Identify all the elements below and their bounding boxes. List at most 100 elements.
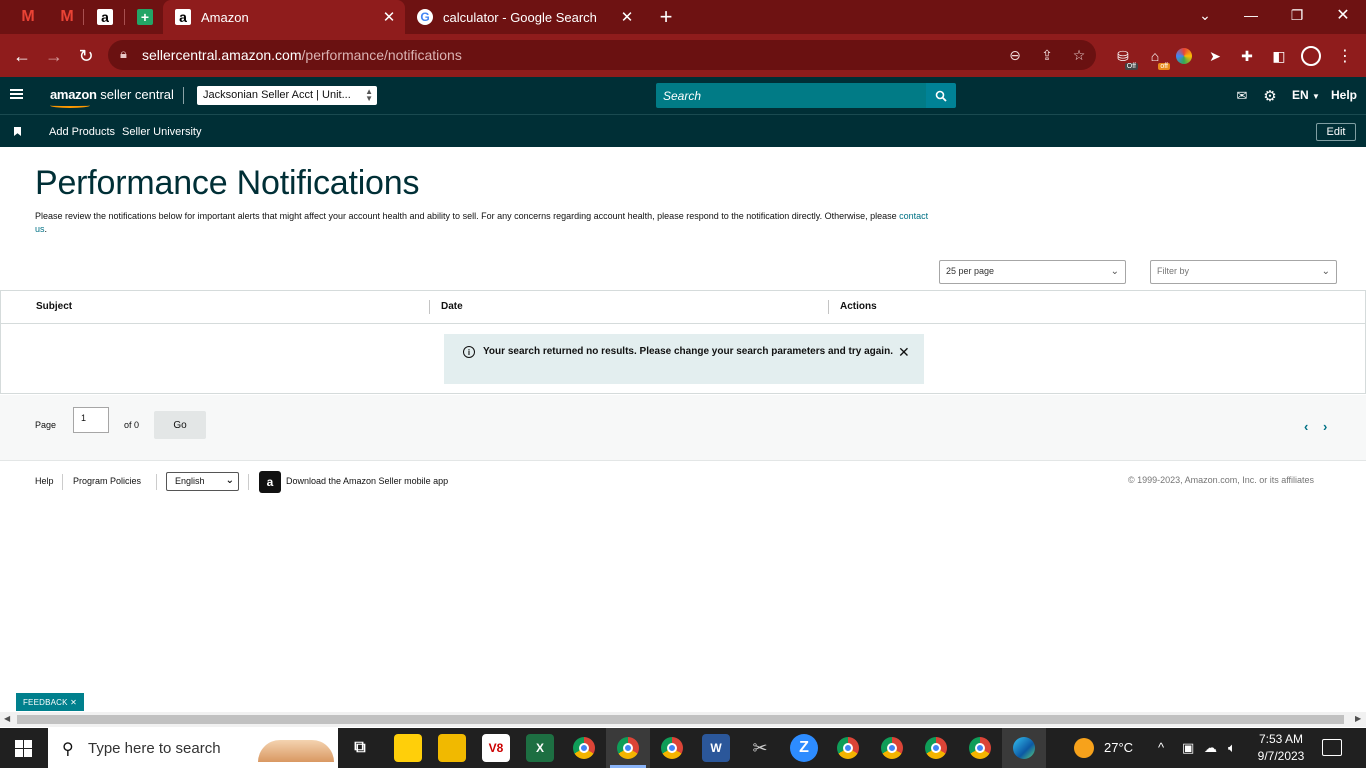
extension-badge: Off <box>1124 63 1138 70</box>
tab-amazon[interactable]: a Amazon ✕ <box>163 0 405 34</box>
scrollbar-thumb[interactable] <box>17 715 1344 724</box>
search-icon <box>935 90 947 102</box>
windows-start-icon[interactable] <box>15 740 32 757</box>
mail-icon[interactable]: ✉ <box>1234 88 1250 104</box>
address-bar[interactable]: 🔒︎ sellercentral.amazon.com/performance/… <box>108 40 1096 70</box>
edge-icon[interactable] <box>1010 734 1038 762</box>
chrome-profile-icon[interactable] <box>570 734 598 762</box>
page-number-input[interactable]: 1 <box>73 407 109 433</box>
browser-menu-icon[interactable]: ⋮ <box>1334 45 1356 67</box>
extension-color-icon[interactable] <box>1173 45 1195 67</box>
settings-gear-icon[interactable]: ⚙ <box>1262 88 1278 105</box>
system-clock[interactable]: 7:53 AM 9/7/2023 <box>1250 731 1312 765</box>
new-tab-button[interactable]: + <box>654 4 678 29</box>
page-total: of 0 <box>124 420 140 430</box>
pinned-tab-sheets[interactable]: + <box>130 4 160 30</box>
url-path: /performance/notifications <box>301 47 462 63</box>
google-icon: G <box>417 9 433 25</box>
footer-separator <box>156 474 157 490</box>
per-page-select[interactable]: 25 per page ⌄ <box>939 260 1126 284</box>
scroll-right-icon[interactable]: ▶ <box>1355 714 1361 723</box>
subnav-add-products[interactable]: Add Products <box>49 126 115 138</box>
tab-close-icon[interactable]: ✕ <box>617 8 637 26</box>
pinned-tab-gmail-2[interactable]: M <box>52 4 82 30</box>
side-panel-icon[interactable]: ◧ <box>1268 45 1290 67</box>
extension-cursor-icon[interactable]: ➤ <box>1204 45 1226 67</box>
pinned-tab-gmail-1[interactable]: M <box>13 4 43 30</box>
onedrive-cloud-icon[interactable]: ☁ <box>1204 740 1217 756</box>
chevron-down-icon: ⌄ <box>225 475 234 486</box>
forward-button[interactable]: → <box>40 42 68 70</box>
snipping-tool-icon[interactable]: ✂ <box>746 734 774 762</box>
horizontal-scrollbar[interactable]: ◀ ▶ <box>0 712 1366 727</box>
notifications-icon[interactable] <box>1322 739 1342 756</box>
extension-badge: off <box>1158 63 1170 70</box>
volume-icon[interactable]: 🔈︎ <box>1228 740 1236 756</box>
extension-off-icon[interactable]: ⛁ Off <box>1112 45 1138 70</box>
chrome-profile-icon[interactable] <box>878 734 906 762</box>
app-v8-icon[interactable]: V8 <box>482 734 510 762</box>
minimize-button[interactable]: — <box>1228 0 1274 30</box>
taskbar-search-box[interactable]: ⚲ Type here to search <box>48 728 338 768</box>
share-icon[interactable]: ⇪ <box>1036 45 1058 65</box>
seller-search-input[interactable]: Search <box>656 83 926 108</box>
bookmark-icon[interactable] <box>14 127 21 136</box>
tab-google-search[interactable]: G calculator - Google Search ✕ <box>405 0 643 34</box>
profile-avatar[interactable] <box>1300 45 1322 67</box>
close-window-button[interactable]: ✕ <box>1320 0 1366 30</box>
zoom-icon[interactable]: ⊖ <box>1004 45 1026 65</box>
word-icon[interactable]: W <box>702 734 730 762</box>
footer-help-link[interactable]: Help <box>35 476 54 486</box>
go-button[interactable]: Go <box>154 411 206 439</box>
subnav-seller-university[interactable]: Seller University <box>122 126 201 138</box>
footer-language-select[interactable]: English ⌄ <box>166 472 239 491</box>
previous-page-icon[interactable]: ‹ <box>1304 419 1308 434</box>
download-app-link[interactable]: Download the Amazon Seller mobile app <box>286 476 448 486</box>
weather-temperature[interactable]: 27°C <box>1104 740 1133 755</box>
scroll-left-icon[interactable]: ◀ <box>4 714 10 723</box>
file-explorer-icon[interactable] <box>438 734 466 762</box>
tab-search-chevron-icon[interactable]: ⌄ <box>1182 0 1228 30</box>
chrome-active-icon[interactable] <box>614 734 642 762</box>
per-page-value: 25 per page <box>946 266 995 276</box>
chrome-profile-icon[interactable] <box>922 734 950 762</box>
restore-button[interactable]: ❐ <box>1274 0 1320 30</box>
weather-sun-icon[interactable] <box>1070 734 1098 762</box>
column-header-subject[interactable]: Subject <box>36 301 72 312</box>
amazon-smile-logo <box>50 103 90 108</box>
amazon-seller-app-icon[interactable]: a <box>259 471 281 493</box>
program-policies-link[interactable]: Program Policies <box>73 476 141 486</box>
show-hidden-icons-chevron-icon[interactable]: ^ <box>1158 740 1164 755</box>
hamburger-menu-icon[interactable] <box>10 89 23 100</box>
feedback-button[interactable]: FEEDBACK ✕ <box>16 693 84 711</box>
tab-close-icon[interactable]: ✕ <box>379 8 399 26</box>
language-selector[interactable]: EN ▼ <box>1292 88 1320 102</box>
device-icon[interactable]: ▣ <box>1182 740 1194 756</box>
bookmark-star-icon[interactable]: ☆ <box>1068 45 1090 65</box>
reload-button[interactable]: ↻ <box>72 42 100 70</box>
description-text: Please review the notifications below fo… <box>35 211 900 221</box>
pinned-tab-amazon[interactable]: a <box>90 4 120 30</box>
chrome-profile-icon[interactable] <box>834 734 862 762</box>
sticky-notes-icon[interactable] <box>394 734 422 762</box>
extension-home-icon[interactable]: ⌂ off <box>1144 45 1170 70</box>
pagination-bar: Page 1 of 0 Go ‹ › <box>0 395 1366 461</box>
back-button[interactable]: ← <box>8 42 36 70</box>
search-button[interactable] <box>926 83 956 108</box>
help-link[interactable]: Help <box>1331 88 1357 102</box>
edit-button[interactable]: Edit <box>1316 123 1356 141</box>
table-header-divider <box>1 323 1365 324</box>
extensions-puzzle-icon[interactable]: ✚ <box>1236 45 1258 67</box>
account-switcher-select[interactable]: Jacksonian Seller Acct | Unit... ▲ ▼ <box>197 86 377 105</box>
filter-placeholder: Filter by <box>1157 266 1190 276</box>
filter-by-select[interactable]: Filter by ⌄ <box>1150 260 1337 284</box>
task-view-icon[interactable]: ⧉ <box>346 734 374 762</box>
seller-central-logo[interactable]: amazon seller central <box>50 87 174 102</box>
next-page-icon[interactable]: › <box>1323 419 1327 434</box>
close-alert-icon[interactable]: ✕ <box>898 344 910 361</box>
zoom-app-icon[interactable]: Z <box>790 734 818 762</box>
chrome-profile-icon[interactable] <box>966 734 994 762</box>
excel-icon[interactable]: X <box>526 734 554 762</box>
column-header-date[interactable]: Date <box>441 301 463 312</box>
chrome-profile-icon[interactable] <box>658 734 686 762</box>
